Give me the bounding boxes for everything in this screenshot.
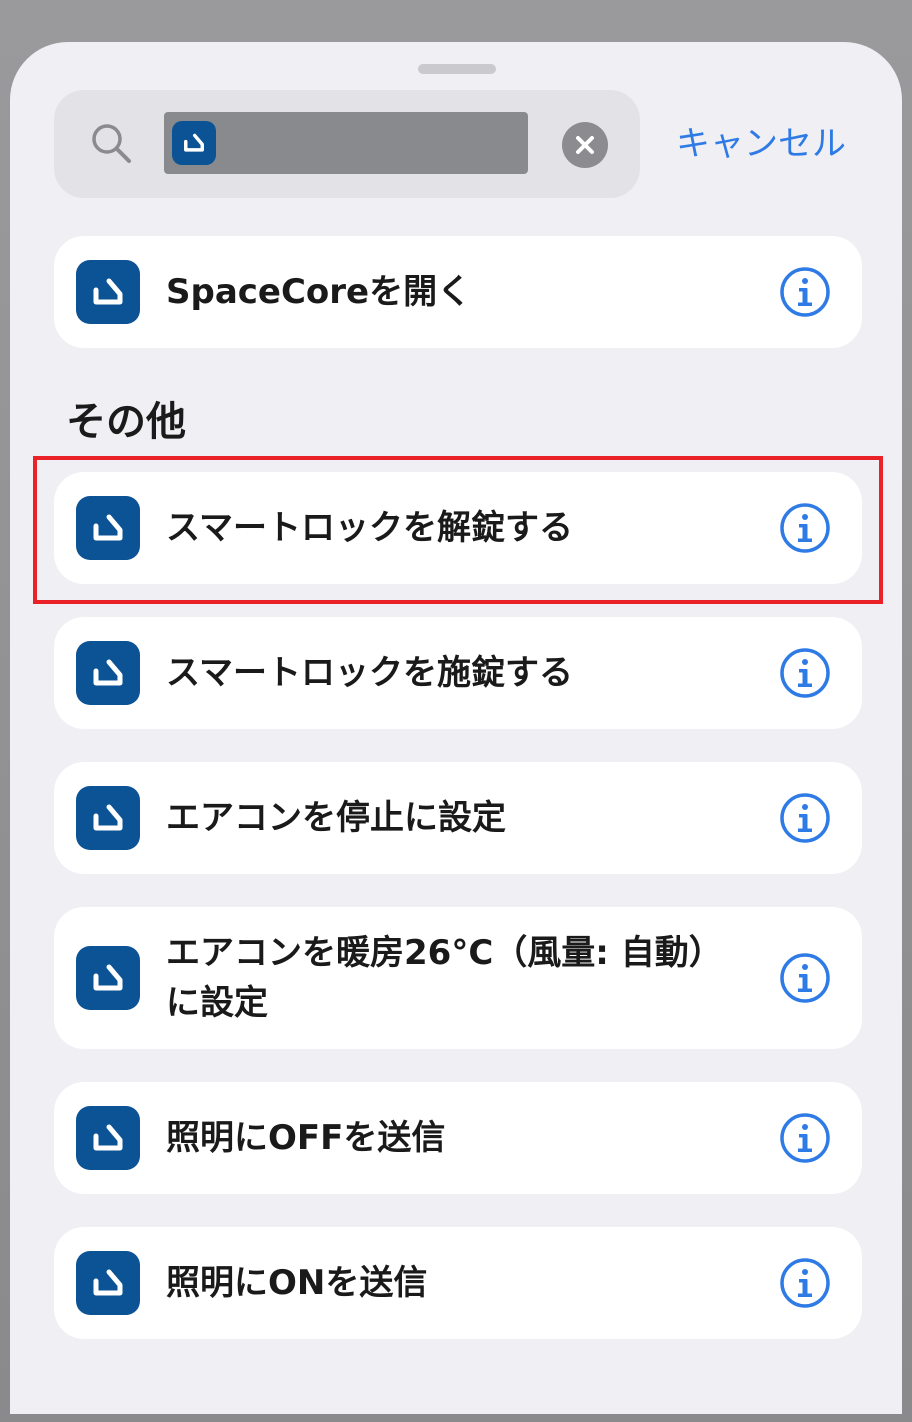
action-row-open-spacecore[interactable]: SpaceCoreを開く xyxy=(54,236,862,348)
action-label: スマートロックを解錠する xyxy=(166,508,573,548)
action-row-lock-smartlock[interactable]: スマートロックを施錠する xyxy=(54,617,862,729)
spacecore-app-icon xyxy=(76,260,140,324)
action-label: エアコンを停止に設定 xyxy=(166,798,506,838)
screenshot-frame: キャンセル SpaceCoreを開く その他 スマートロックを解錠する スマート… xyxy=(0,0,912,1422)
spacecore-app-icon xyxy=(76,786,140,850)
action-search-sheet: キャンセル SpaceCoreを開く その他 スマートロックを解錠する スマート… xyxy=(10,42,902,1414)
action-label: スマートロックを施錠する xyxy=(166,653,573,693)
action-row-unlock-smartlock[interactable]: スマートロックを解錠する xyxy=(54,472,862,584)
info-icon[interactable] xyxy=(778,501,832,555)
sheet-grabber[interactable] xyxy=(418,64,496,74)
action-label: エアコンを暖房26°C（風量: 自動）に設定 xyxy=(166,933,723,1023)
search-bar[interactable] xyxy=(54,90,640,198)
info-icon[interactable] xyxy=(778,1256,832,1310)
spacecore-app-icon xyxy=(76,496,140,560)
search-query-token[interactable] xyxy=(164,112,528,174)
clear-search-button[interactable] xyxy=(562,122,608,168)
spacecore-app-icon xyxy=(76,1106,140,1170)
action-label: 照明にONを送信 xyxy=(166,1263,428,1303)
info-icon[interactable] xyxy=(778,1111,832,1165)
info-icon[interactable] xyxy=(778,951,832,1005)
search-icon xyxy=(88,120,134,166)
spacecore-app-icon xyxy=(172,121,216,165)
info-icon[interactable] xyxy=(778,646,832,700)
action-row-aircon-heat[interactable]: エアコンを暖房26°C（風量: 自動）に設定 xyxy=(54,907,862,1049)
action-label: 照明にOFFを送信 xyxy=(166,1118,446,1158)
action-row-aircon-stop[interactable]: エアコンを停止に設定 xyxy=(54,762,862,874)
spacecore-app-icon xyxy=(76,1251,140,1315)
close-icon xyxy=(576,136,594,154)
spacecore-app-icon xyxy=(76,641,140,705)
action-row-light-off[interactable]: 照明にOFFを送信 xyxy=(54,1082,862,1194)
spacecore-app-icon xyxy=(76,946,140,1010)
info-icon[interactable] xyxy=(778,791,832,845)
action-label: SpaceCoreを開く xyxy=(166,272,472,312)
cancel-button[interactable]: キャンセル xyxy=(676,116,846,172)
action-row-light-on[interactable]: 照明にONを送信 xyxy=(54,1227,862,1339)
section-title: その他 xyxy=(66,399,186,445)
info-icon[interactable] xyxy=(778,265,832,319)
